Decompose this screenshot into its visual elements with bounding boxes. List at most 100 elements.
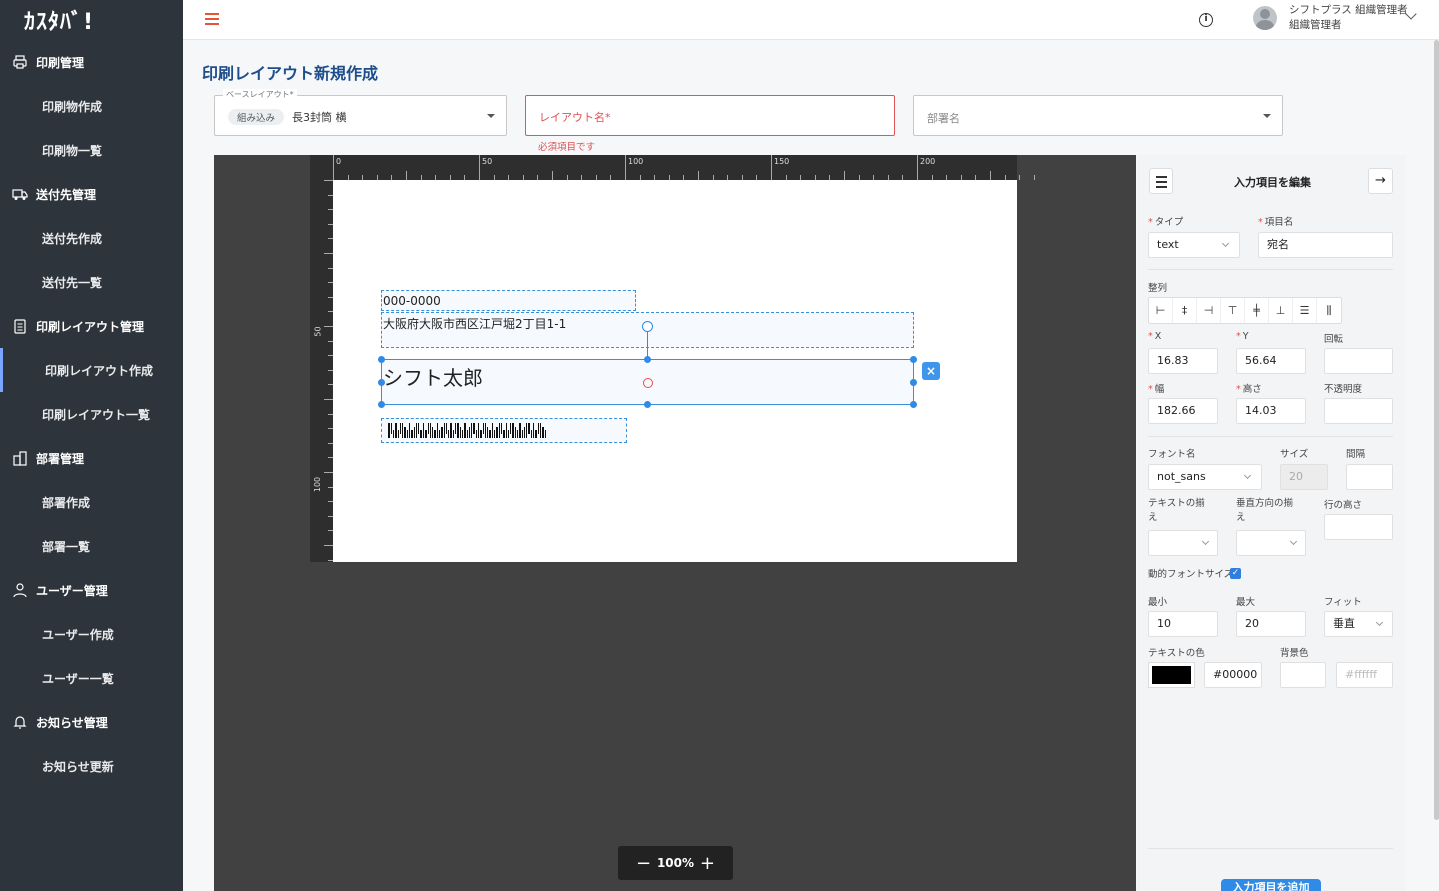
barcode-bar [464, 423, 466, 438]
align-right-icon[interactable]: ⊣ [1197, 298, 1221, 323]
sidebar-group-label: お知らせ管理 [36, 715, 108, 730]
barcode-bar [460, 427, 461, 438]
sidebar-group-department[interactable]: 部署管理 [0, 436, 183, 480]
width-input[interactable]: 182.66 [1148, 398, 1218, 424]
line-height-input[interactable] [1324, 514, 1393, 540]
barcode-bar [469, 427, 470, 438]
base-layout-select[interactable]: ベースレイアウト* 組み込み 長3封筒 横 [214, 89, 507, 136]
dynamic-font-checkbox[interactable]: ✓ [1230, 568, 1241, 579]
sidebar-item-layout-create[interactable]: 印刷レイアウト作成 [0, 348, 183, 392]
ruler-tick [324, 545, 333, 546]
max-input[interactable]: 20 [1236, 611, 1306, 637]
font-select[interactable]: not_sans [1148, 464, 1262, 490]
text-align-select[interactable] [1148, 530, 1218, 556]
sidebar-item-destination-create[interactable]: 送付先作成 [0, 216, 183, 260]
sidebar-group-layout[interactable]: 印刷レイアウト管理 [0, 304, 183, 348]
barcode-bar [391, 423, 392, 434]
type-select[interactable]: text [1148, 232, 1240, 258]
sidebar-item-layout-list[interactable]: 印刷レイアウト一覧 [0, 392, 183, 436]
caret-down-icon [487, 114, 495, 118]
y-input[interactable]: 56.64 [1236, 348, 1306, 374]
user-info[interactable]: シフトプラス 組織管理者 組織管理者 [1289, 3, 1408, 33]
min-input[interactable]: 10 [1148, 611, 1218, 637]
app-logo[interactable]: ｶｽﾀﾊﾞ! [0, 0, 183, 40]
distribute-vertical-icon[interactable]: ☰ [1293, 298, 1317, 323]
barcode-bar [483, 423, 484, 434]
size-input[interactable]: 20 [1280, 464, 1328, 490]
sidebar-item-user-list[interactable]: ユーザー一覧 [0, 656, 183, 700]
menu-icon[interactable] [1149, 168, 1173, 194]
base-layout-value: 長3封筒 横 [292, 111, 347, 124]
x-input[interactable]: 16.83 [1148, 348, 1218, 374]
zoom-in-button[interactable]: + [700, 853, 715, 874]
user-role: 組織管理者 [1289, 19, 1342, 31]
page-scrollbar[interactable] [1434, 40, 1439, 820]
zip-code-text-element[interactable]: 000-0000 [381, 290, 636, 311]
resize-handle[interactable] [910, 379, 917, 386]
resize-handle[interactable] [378, 401, 385, 408]
resize-handle[interactable] [644, 401, 651, 408]
department-select[interactable]: 部署名 [913, 95, 1283, 136]
sidebar-item-user-create[interactable]: ユーザー作成 [0, 612, 183, 656]
sidebar-group-print[interactable]: 印刷管理 [0, 40, 183, 84]
rotate-handle[interactable] [642, 321, 653, 332]
vertical-align-select[interactable] [1236, 530, 1306, 556]
text-color-input[interactable]: #00000 [1204, 662, 1262, 688]
bg-color-input[interactable]: #ffffff [1336, 662, 1393, 688]
delete-element-button[interactable]: × [922, 362, 940, 380]
item-name-input[interactable]: 宛名 [1258, 232, 1393, 258]
sidebar-item-print-create[interactable]: 印刷物作成 [0, 84, 183, 128]
info-icon[interactable]: i [1199, 13, 1213, 27]
zoom-out-button[interactable]: − [636, 853, 651, 874]
barcode-bar [414, 427, 415, 438]
align-toolbar: ⊢ ‡ ⊣ ⊤ ╪ ⊥ ☰ ⫼ [1148, 297, 1342, 324]
fit-select[interactable]: 垂直 [1324, 611, 1393, 637]
barcode-bar [528, 423, 530, 434]
text-color-swatch[interactable] [1148, 662, 1195, 688]
barcode-bar [542, 427, 544, 438]
ruler-tick [1033, 175, 1035, 180]
barcode-bar [533, 423, 534, 438]
hamburger-menu-icon[interactable] [205, 13, 219, 25]
bg-color-swatch[interactable] [1280, 662, 1326, 688]
barcode-bar [441, 427, 443, 438]
arrow-right-icon[interactable]: → [1368, 168, 1393, 194]
resize-handle[interactable] [378, 379, 385, 386]
avatar[interactable] [1253, 6, 1277, 30]
align-bottom-icon[interactable]: ⊥ [1269, 298, 1293, 323]
sidebar-group-user[interactable]: ユーザー管理 [0, 568, 183, 612]
sidebar-item-department-list[interactable]: 部署一覧 [0, 524, 183, 568]
barcode-bar [432, 427, 433, 438]
align-middle-vertical-icon[interactable]: ╪ [1245, 298, 1269, 323]
ruler-tick [324, 472, 333, 473]
distribute-horizontal-icon[interactable]: ⫼ [1317, 298, 1341, 323]
add-field-button[interactable]: 入力項目を追加 [1221, 879, 1321, 891]
resize-handle[interactable] [378, 356, 385, 363]
sidebar-item-notice-update[interactable]: お知らせ更新 [0, 744, 183, 788]
layout-name-input[interactable]: レイアウト名* [525, 95, 895, 136]
opacity-input[interactable] [1324, 398, 1393, 424]
text-align-label: テキストの揃え [1148, 498, 1205, 523]
rotation-label: 回転 [1324, 334, 1344, 345]
bell-icon [13, 716, 27, 729]
sidebar-item-department-create[interactable]: 部署作成 [0, 480, 183, 524]
barcode-bar [503, 430, 505, 438]
zoom-level: 100% [656, 856, 695, 870]
sidebar-item-destination-list[interactable]: 送付先一覧 [0, 260, 183, 304]
rotation-guide-line [647, 331, 648, 359]
resize-handle[interactable] [644, 356, 651, 363]
sidebar-group-destination[interactable]: 送付先管理 [0, 172, 183, 216]
align-left-icon[interactable]: ⊢ [1149, 298, 1173, 323]
resize-handle[interactable] [910, 401, 917, 408]
barcode-element[interactable] [381, 418, 627, 443]
align-top-icon[interactable]: ⊤ [1221, 298, 1245, 323]
rotation-input[interactable] [1324, 348, 1393, 374]
ruler-label: 50 [313, 326, 323, 337]
spacing-input[interactable] [1346, 464, 1393, 490]
height-input[interactable]: 14.03 [1236, 398, 1306, 424]
sidebar-item-print-list[interactable]: 印刷物一覧 [0, 128, 183, 172]
barcode-bar [545, 430, 546, 438]
resize-handle[interactable] [910, 356, 917, 363]
align-center-horizontal-icon[interactable]: ‡ [1173, 298, 1197, 323]
sidebar-group-notice[interactable]: お知らせ管理 [0, 700, 183, 744]
